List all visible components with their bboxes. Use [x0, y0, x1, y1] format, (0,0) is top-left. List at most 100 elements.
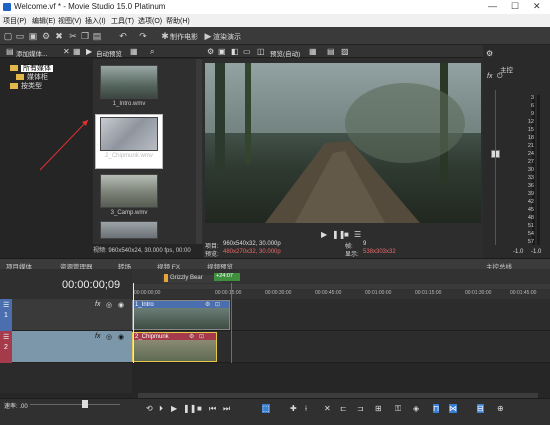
video-event-intro[interactable]: 1_Intro ⚙ ⊡ — [132, 300, 230, 330]
pause-icon[interactable]: ❚❚ — [183, 404, 196, 413]
overlays-icon[interactable]: ▦ — [309, 47, 317, 56]
ruler-label: 00:00:30:00 — [265, 290, 292, 296]
master-fx-icon[interactable]: fx — [487, 73, 492, 80]
master-fader-track — [495, 90, 496, 245]
marker-icon[interactable]: ◈ — [413, 404, 419, 413]
meter-tick: 45 — [527, 207, 534, 213]
lock-icon[interactable]: ⚿ — [395, 404, 401, 414]
meter-tick: 12 — [527, 119, 534, 125]
preview-transport: ▶ ❚❚ ■ ☰ — [321, 227, 381, 239]
track-empty-area — [0, 363, 132, 393]
track-number: 2 — [4, 344, 8, 351]
stop-icon[interactable]: ■ — [197, 404, 202, 413]
event-fx-icon[interactable]: ⚙ — [189, 333, 194, 340]
timecode-display: 00:00:00;09 — [0, 269, 132, 299]
playback-marker[interactable]: +24:07 — [214, 273, 240, 281]
ruler-label: 00:00:00;00 — [134, 290, 161, 296]
video-event-chipmunk[interactable]: 2_Chipmunk ⚙ ⊡ — [132, 332, 217, 362]
edit-tool-icon[interactable]: ⬚ — [262, 404, 270, 413]
meter-tick: 42 — [527, 199, 534, 205]
meter-tick: 54 — [527, 231, 534, 237]
go-to-start-icon[interactable]: ⏮ — [209, 404, 216, 414]
preview-settings-icon[interactable]: ⚙ — [207, 47, 214, 56]
track-composite-icon[interactable]: ◎ — [106, 333, 112, 341]
track-menu-icon[interactable]: ☰ — [3, 333, 9, 341]
ruler-label: 00:00:45:00 — [315, 290, 342, 296]
stop-icon[interactable]: ■ — [344, 230, 349, 239]
track-header-1[interactable]: ☰ 1 fx ◎ ◉ — [0, 299, 132, 331]
preview-label: 预览: — [205, 252, 219, 258]
event-fx-icon[interactable]: ⚙ — [205, 301, 210, 308]
envelope-tool-icon[interactable]: ✚ — [290, 404, 297, 413]
master-settings-icon[interactable]: ⚙ — [486, 49, 493, 58]
play-icon[interactable]: ▶ — [171, 404, 177, 413]
preview-toolbar: ⚙ ▣ ◧ ▭ ◫ 预览(自动) ▦ ▤ ▨ — [203, 45, 483, 58]
meter-tick: 3 — [530, 95, 534, 101]
meter-tick: 27 — [527, 159, 534, 165]
play-from-start-icon[interactable]: ⏵ — [159, 404, 163, 414]
ruler-label: 00:01:15:00 — [415, 290, 442, 296]
trim-start-icon[interactable]: ⊏ — [340, 404, 347, 413]
track-menu-icon[interactable]: ☰ — [3, 301, 9, 309]
timecode: 00:00:00;09 — [62, 279, 121, 291]
ruler-label: 00:01:00:00 — [365, 290, 392, 296]
track-mute-icon[interactable]: ◉ — [118, 301, 124, 309]
rate-label: 速率: .00 — [4, 404, 28, 410]
track-lane-1[interactable]: 1_Intro ⚙ ⊡ — [132, 299, 550, 331]
play-icon[interactable]: ▶ — [321, 230, 327, 239]
track-fx-icon[interactable]: fx — [95, 333, 100, 340]
docking-tab-bar: 项目媒体 资源管理器 转场 视频 FX 视频预览 主控总线 — [0, 258, 550, 271]
auto-crossfade-icon[interactable]: ⋈ — [449, 404, 457, 413]
master-power-icon[interactable]: ⏻ — [497, 73, 503, 81]
meter-tick: 24 — [527, 151, 534, 157]
event-crop-icon[interactable]: ⊡ — [215, 301, 220, 308]
track-header-2[interactable]: ☰ 2 fx ◎ ◉ — [0, 331, 132, 363]
go-to-end-icon[interactable]: ⏭ — [223, 404, 230, 414]
loop-icon[interactable]: ⟲ — [146, 404, 153, 413]
preview-split-icon[interactable]: ◧ — [231, 47, 239, 56]
video-preview-panel: ⚙ ▣ ◧ ▭ ◫ 预览(自动) ▦ ▤ ▨ ▶ ❚❚ ■ ☰ 项目: 960x… — [203, 45, 483, 258]
db-left-readout: -1.0 — [513, 249, 524, 255]
meter-tick: 51 — [527, 223, 534, 229]
track-number: 1 — [4, 312, 8, 319]
trim-end-icon[interactable]: ⊐ — [357, 404, 364, 413]
marker-label: +24:07 — [216, 273, 233, 279]
meter-tick: 21 — [527, 143, 534, 149]
preview-info: 项目: 960x540x32, 30.000p 预览: 480x270x32, … — [205, 241, 481, 258]
preview-copy-icon[interactable]: ▣ — [218, 47, 226, 56]
loop-region-bar[interactable] — [132, 284, 550, 289]
ripple-icon[interactable]: ⊓ — [433, 404, 440, 413]
preview-quality-dropdown[interactable]: 预览(自动) — [270, 48, 300, 58]
grid-icon[interactable]: ⊟ — [477, 404, 484, 413]
track-mute-icon[interactable]: ◉ — [118, 333, 124, 341]
meter-right — [537, 95, 540, 245]
db-right-readout: -1.0 — [531, 249, 542, 255]
meter-tick: 39 — [527, 191, 534, 197]
rate-slider[interactable] — [30, 404, 120, 405]
display-label: 显示: — [345, 252, 359, 258]
timeline-ruler: Grizzly Bear +24:07 00:00:00;00 00:00:15… — [132, 269, 550, 299]
zoom-icon[interactable]: ⊕ — [497, 404, 504, 413]
snap-icon[interactable]: ⊞ — [375, 404, 382, 413]
playhead-cursor[interactable] — [133, 283, 134, 363]
track-fx-icon[interactable]: fx — [95, 301, 100, 308]
preview-video-frame — [205, 63, 481, 223]
delete-event-icon[interactable]: ✕ — [324, 404, 331, 413]
save-snapshot-icon[interactable]: ▨ — [341, 47, 349, 56]
master-bus-panel: ⚙ 主控 fx ⏻ 3 6 9 12 15 18 21 24 27 30 33 … — [483, 45, 550, 258]
track-lane-2[interactable]: 2_Chipmunk ⚙ ⊡ — [132, 331, 550, 363]
rate-slider-thumb[interactable] — [82, 400, 88, 408]
split-icon[interactable]: ⟊ — [305, 404, 307, 414]
preview-screen-icon[interactable]: ▭ — [243, 47, 251, 56]
event-crop-icon[interactable]: ⊡ — [199, 333, 204, 340]
meter-tick: 30 — [527, 167, 534, 173]
meter-tick: 18 — [527, 135, 534, 141]
meter-tick: 33 — [527, 175, 534, 181]
region-marker[interactable]: Grizzly Bear — [162, 275, 222, 283]
copy-snapshot-icon[interactable]: ▤ — [327, 47, 335, 56]
preview-mode-icon[interactable]: ◫ — [257, 47, 265, 56]
frame-value: 9 — [363, 241, 367, 247]
track-composite-icon[interactable]: ◎ — [106, 301, 112, 309]
menu-icon[interactable]: ☰ — [354, 230, 361, 239]
meter-tick: 9 — [530, 111, 534, 117]
